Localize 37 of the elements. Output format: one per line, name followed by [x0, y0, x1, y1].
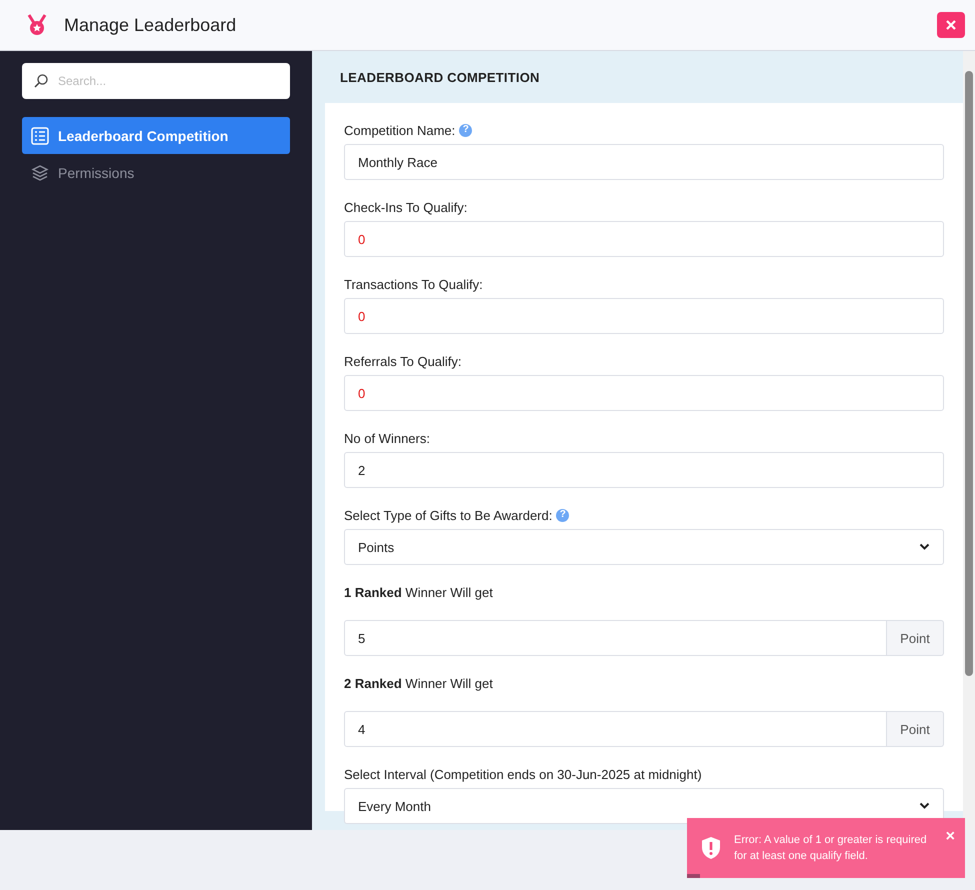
close-icon — [946, 20, 956, 30]
window-title: Manage Leaderboard — [64, 14, 238, 36]
unit-addon: Point — [887, 620, 944, 656]
medal-icon — [26, 14, 48, 36]
close-button[interactable]: × — [946, 828, 955, 846]
search-field[interactable]: Search... — [22, 63, 290, 99]
text-field[interactable]: 2 — [344, 452, 944, 488]
dropdown[interactable]: Points — [344, 529, 944, 565]
list-icon — [31, 126, 49, 144]
chevron-icon — [919, 802, 930, 810]
field-label: 1 Ranked Winner Will get — [344, 584, 493, 600]
text-field[interactable]: 0 — [344, 221, 944, 257]
field-label: No of Winners: — [344, 430, 430, 446]
field-label: Select Type of Gifts to Be Awarderd: — [344, 508, 552, 522]
search-icon — [34, 74, 48, 88]
field-label: 2 Ranked Winner Will get — [344, 676, 493, 690]
text-field[interactable]: 0 — [344, 375, 944, 411]
sidebar-item[interactable]: Permissions — [22, 154, 290, 191]
layers-icon — [31, 164, 49, 182]
sidebar-item[interactable]: Leaderboard Competition — [22, 117, 290, 154]
field-label: Select Interval (Competition ends on 30-Jun-2025 at midnight) — [344, 766, 702, 782]
field-label: Check-Ins To Qualify: — [344, 200, 468, 214]
scrollbar[interactable] — [963, 51, 975, 830]
text-field[interactable]: Monthly Race — [344, 144, 944, 180]
close-button[interactable] — [937, 12, 965, 38]
number-field[interactable]: 5 — [344, 620, 887, 656]
number-field[interactable]: 4 — [344, 711, 887, 747]
text-field[interactable]: 0 — [344, 298, 944, 334]
shield-icon — [700, 836, 722, 860]
dropdown[interactable]: Every Month — [344, 788, 944, 824]
section-title: LEADERBOARD COMPETITION — [339, 68, 541, 86]
field-label: Referrals To Qualify: — [344, 354, 462, 368]
error-message: Error: A value of 1 or greater is required for at least one qualify field. — [734, 833, 928, 864]
unit-addon: Point — [887, 711, 944, 747]
field-label: Transactions To Qualify: — [344, 276, 483, 292]
chevron-icon — [919, 543, 930, 551]
field-label: Competition Name: — [344, 122, 456, 138]
